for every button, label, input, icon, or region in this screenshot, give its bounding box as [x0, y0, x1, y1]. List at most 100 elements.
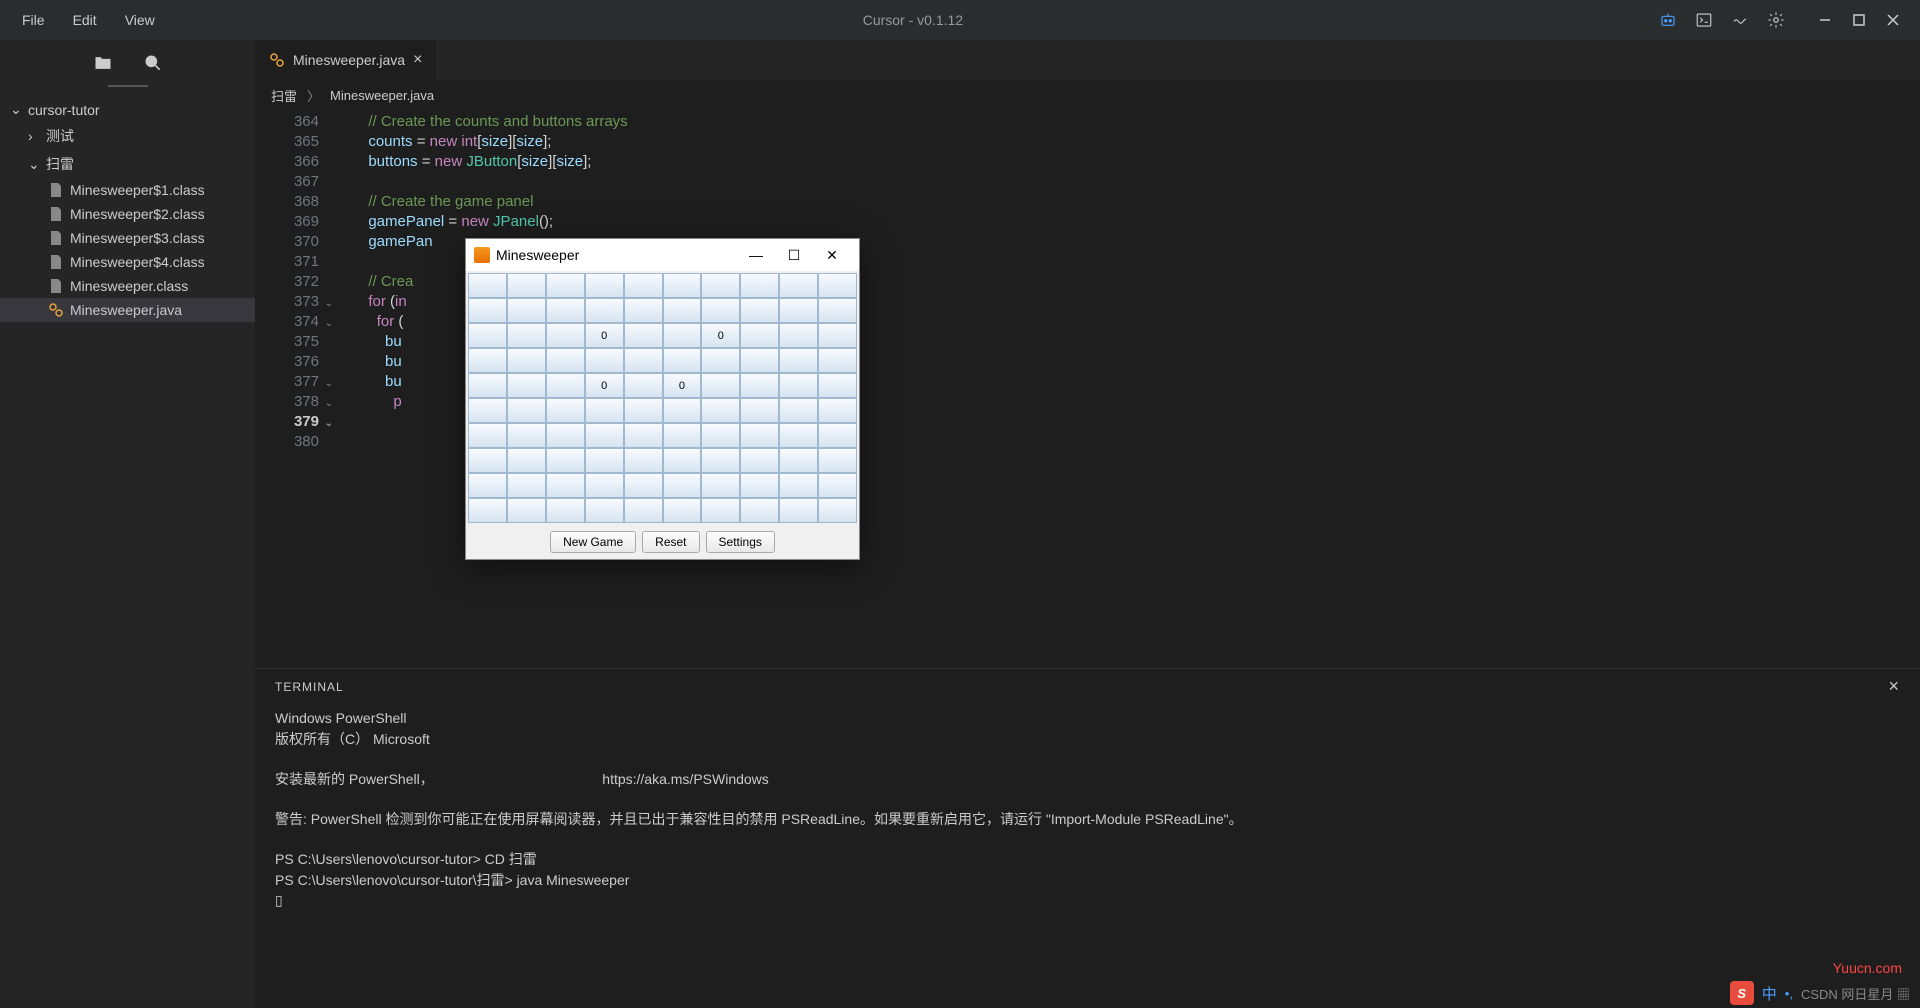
mine-cell[interactable] — [624, 448, 663, 473]
tab-close-icon[interactable]: × — [413, 52, 422, 68]
mine-cell[interactable] — [507, 373, 546, 398]
mine-cell[interactable] — [624, 373, 663, 398]
mine-cell[interactable] — [740, 323, 779, 348]
ms-maximize-icon[interactable]: ☐ — [775, 247, 813, 264]
mine-cell[interactable] — [546, 323, 585, 348]
mine-cell[interactable] — [779, 373, 818, 398]
mine-cell[interactable] — [624, 498, 663, 523]
mine-cell[interactable] — [546, 448, 585, 473]
mine-cell[interactable] — [663, 423, 702, 448]
mine-cell[interactable] — [779, 298, 818, 323]
ms-close-icon[interactable]: ✕ — [813, 247, 851, 264]
menu-file[interactable]: File — [10, 6, 57, 34]
mine-cell[interactable] — [663, 473, 702, 498]
mine-cell[interactable] — [546, 348, 585, 373]
wave-icon[interactable] — [1731, 11, 1749, 29]
mine-cell[interactable] — [585, 398, 624, 423]
mine-cell[interactable] — [779, 398, 818, 423]
mine-cell[interactable] — [663, 348, 702, 373]
mine-cell[interactable] — [740, 373, 779, 398]
sogou-icon[interactable]: S — [1730, 981, 1754, 1005]
mine-cell[interactable] — [818, 298, 857, 323]
mine-cell[interactable] — [585, 348, 624, 373]
mine-cell[interactable] — [701, 473, 740, 498]
mine-cell[interactable] — [740, 398, 779, 423]
mine-cell[interactable] — [507, 348, 546, 373]
mine-cell[interactable] — [779, 498, 818, 523]
mine-cell[interactable] — [468, 473, 507, 498]
mine-cell[interactable] — [740, 348, 779, 373]
mine-cell[interactable] — [740, 298, 779, 323]
minesweeper-titlebar[interactable]: Minesweeper — ☐ ✕ — [466, 239, 859, 271]
breadcrumb-1[interactable]: 扫雷 — [271, 86, 297, 105]
mine-cell[interactable] — [585, 498, 624, 523]
mine-cell[interactable] — [468, 448, 507, 473]
mine-cell[interactable] — [663, 498, 702, 523]
mine-cell[interactable] — [663, 448, 702, 473]
mine-cell[interactable] — [468, 298, 507, 323]
settings-button[interactable]: Settings — [706, 531, 775, 553]
mine-cell[interactable] — [818, 473, 857, 498]
mine-cell[interactable] — [546, 298, 585, 323]
mine-cell[interactable] — [740, 423, 779, 448]
mine-cell[interactable] — [468, 423, 507, 448]
mine-cell[interactable] — [546, 273, 585, 298]
mine-cell[interactable] — [701, 423, 740, 448]
mine-cell[interactable]: 0 — [585, 373, 624, 398]
reset-button[interactable]: Reset — [642, 531, 699, 553]
mine-cell[interactable] — [740, 473, 779, 498]
mine-cell[interactable] — [624, 423, 663, 448]
mine-cell[interactable] — [701, 273, 740, 298]
folder-icon[interactable] — [93, 53, 113, 73]
gear-icon[interactable] — [1767, 11, 1785, 29]
mine-cell[interactable] — [663, 298, 702, 323]
mine-cell[interactable] — [701, 373, 740, 398]
mine-cell[interactable] — [779, 448, 818, 473]
mine-cell[interactable]: 0 — [585, 323, 624, 348]
mine-cell[interactable] — [507, 323, 546, 348]
mine-cell[interactable] — [546, 498, 585, 523]
mine-cell[interactable] — [468, 323, 507, 348]
mine-cell[interactable] — [779, 473, 818, 498]
mine-cell[interactable] — [624, 473, 663, 498]
mine-cell[interactable] — [546, 423, 585, 448]
mine-cell[interactable] — [818, 498, 857, 523]
mine-cell[interactable] — [546, 473, 585, 498]
mine-cell[interactable] — [701, 398, 740, 423]
tree-file-3[interactable]: Minesweeper$3.class — [0, 226, 255, 250]
breadcrumb-2[interactable]: Minesweeper.java — [330, 88, 434, 103]
ime-indicator[interactable]: 中 — [1762, 983, 1777, 1004]
mine-cell[interactable] — [701, 498, 740, 523]
ms-minimize-icon[interactable]: — — [737, 247, 775, 263]
minesweeper-window[interactable]: Minesweeper — ☐ ✕ 0000 New Game Reset Se… — [465, 238, 860, 560]
mine-cell[interactable] — [468, 373, 507, 398]
mine-cell[interactable] — [585, 448, 624, 473]
mine-cell[interactable] — [818, 423, 857, 448]
mine-cell[interactable] — [818, 348, 857, 373]
mine-cell[interactable] — [468, 273, 507, 298]
mine-cell[interactable] — [624, 298, 663, 323]
mine-cell[interactable] — [507, 273, 546, 298]
mine-cell[interactable] — [468, 348, 507, 373]
mine-cell[interactable] — [663, 398, 702, 423]
tree-file-4[interactable]: Minesweeper$4.class — [0, 250, 255, 274]
tab-minesweeper[interactable]: Minesweeper.java × — [255, 40, 436, 80]
terminal-body[interactable]: Windows PowerShell 版权所有（C） Microsoft 安装最… — [255, 704, 1920, 1008]
mine-cell[interactable] — [663, 273, 702, 298]
mine-cell[interactable] — [818, 273, 857, 298]
mine-cell[interactable] — [818, 448, 857, 473]
mine-cell[interactable] — [507, 423, 546, 448]
mine-cell[interactable] — [740, 498, 779, 523]
mine-cell[interactable] — [624, 398, 663, 423]
close-icon[interactable] — [1886, 13, 1900, 27]
mine-cell[interactable] — [779, 423, 818, 448]
menu-view[interactable]: View — [113, 6, 167, 34]
mine-cell[interactable]: 0 — [663, 373, 702, 398]
mine-cell[interactable] — [585, 273, 624, 298]
mine-cell[interactable] — [701, 348, 740, 373]
mine-cell[interactable] — [624, 348, 663, 373]
mine-cell[interactable] — [779, 348, 818, 373]
mine-cell[interactable] — [663, 323, 702, 348]
search-icon[interactable] — [143, 53, 163, 73]
mine-cell[interactable] — [546, 398, 585, 423]
